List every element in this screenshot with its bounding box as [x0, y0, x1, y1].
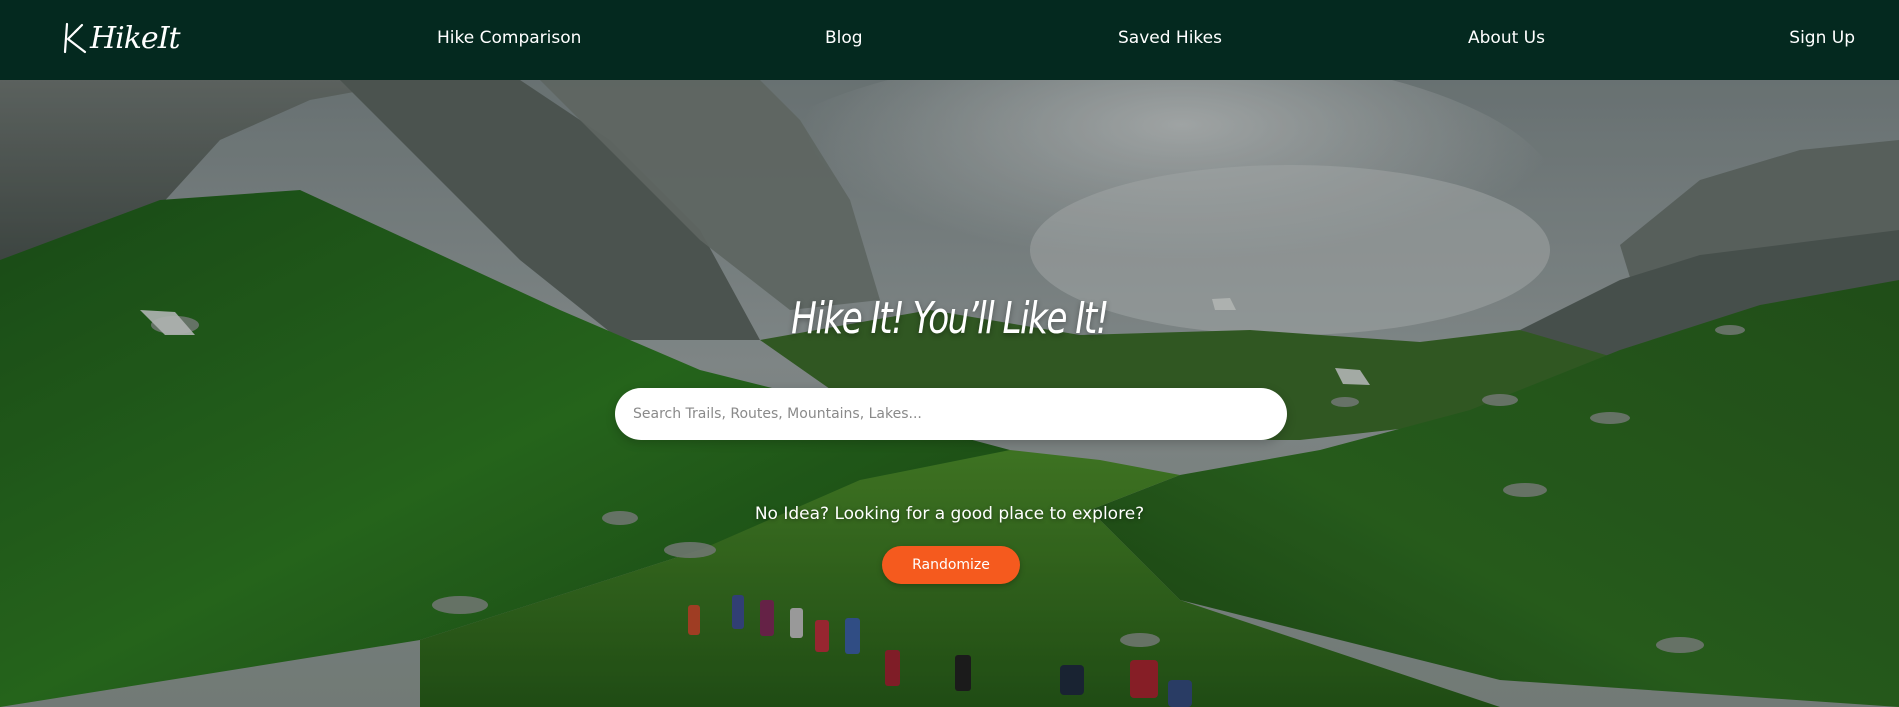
hero-section: Hike It! You’ll Like It! No Idea? Lookin… [0, 80, 1899, 707]
logo-text: HikeIt [90, 20, 181, 56]
top-navigation-bar: HikeIt Hike Comparison Blog Saved Hikes … [0, 0, 1899, 80]
nav-about-us[interactable]: About Us [1468, 28, 1545, 48]
explore-prompt: No Idea? Looking for a good place to exp… [754, 504, 1145, 524]
hiker-k-icon [63, 22, 87, 54]
search-input[interactable] [615, 388, 1287, 440]
nav-sign-up[interactable]: Sign Up [1789, 28, 1855, 48]
nav-saved-hikes[interactable]: Saved Hikes [1118, 28, 1222, 48]
hikeit-logo[interactable]: HikeIt [60, 18, 181, 58]
hikeit-home-page: HikeIt Hike Comparison Blog Saved Hikes … [0, 0, 1899, 707]
randomize-button[interactable]: Randomize [882, 546, 1020, 584]
search-bar [615, 388, 1287, 440]
hero-title: Hike It! You’ll Like It! [791, 293, 1109, 344]
nav-hike-comparison[interactable]: Hike Comparison [437, 28, 581, 48]
nav-blog[interactable]: Blog [825, 28, 863, 48]
